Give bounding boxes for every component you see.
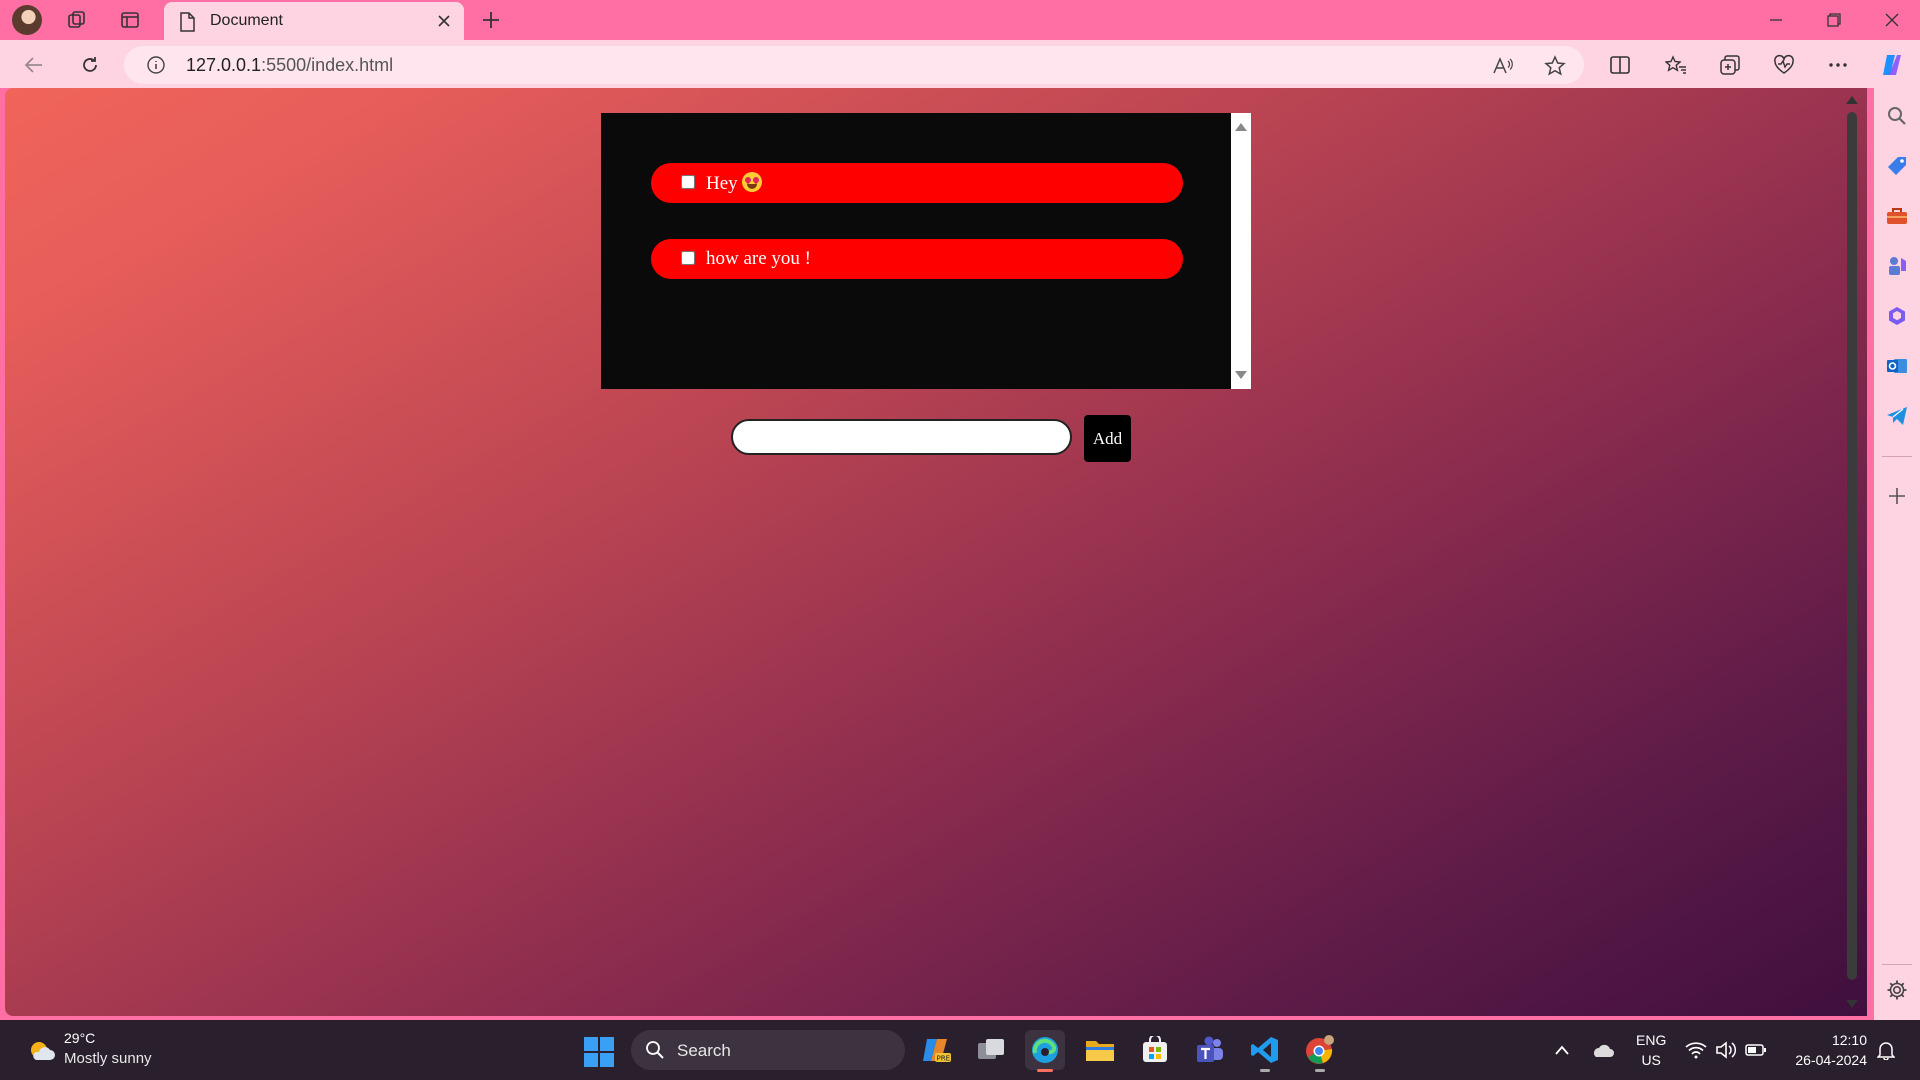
active-tab[interactable]: Document xyxy=(164,2,464,40)
notifications-bell-icon[interactable] xyxy=(1874,1038,1898,1062)
weather-description[interactable]: Mostly sunny xyxy=(64,1050,152,1067)
file-explorer-icon[interactable] xyxy=(1080,1030,1120,1070)
task-input[interactable] xyxy=(731,419,1072,455)
search-label: Search xyxy=(677,1041,731,1060)
windows-start-button[interactable] xyxy=(584,1037,614,1067)
refresh-button[interactable] xyxy=(74,49,106,81)
todo-item: how are you ! xyxy=(651,239,1183,279)
sidebar-divider xyxy=(1882,456,1912,457)
weather-sunny-icon[interactable] xyxy=(26,1036,56,1066)
settings-gear-icon[interactable] xyxy=(1885,978,1909,1002)
todo-item-label: Hey xyxy=(706,172,762,195)
wifi-icon[interactable] xyxy=(1684,1038,1708,1062)
input-language-indicator[interactable]: ENG US xyxy=(1636,1030,1666,1070)
page-scroll-thumb[interactable] xyxy=(1847,112,1857,980)
vscode-icon[interactable] xyxy=(1245,1030,1285,1072)
favorite-star-icon[interactable] xyxy=(1542,53,1568,79)
address-bar[interactable]: 127.0.0.1:5500/index.html xyxy=(124,46,1584,84)
taskbar-search-box[interactable]: Search xyxy=(631,1030,905,1070)
todo-item-text: Hey xyxy=(706,173,738,194)
close-tab-icon[interactable] xyxy=(434,11,454,31)
url-text: 127.0.0.1:5500/index.html xyxy=(186,55,393,76)
restore-button[interactable] xyxy=(1806,0,1862,40)
microsoft-store-icon[interactable] xyxy=(1135,1030,1175,1070)
page-scrollbar[interactable] xyxy=(1843,88,1861,1016)
star-struck-emoji-icon xyxy=(741,172,762,192)
clock-date: 26-04-2024 xyxy=(1795,1052,1867,1068)
show-hidden-icons-chevron-up-icon[interactable] xyxy=(1550,1038,1574,1062)
browser-toolbar: 127.0.0.1:5500/index.html xyxy=(0,40,1920,88)
scroll-up-arrow-icon[interactable] xyxy=(1235,123,1247,131)
edge-sidebar xyxy=(1874,88,1920,1020)
games-icon[interactable] xyxy=(1885,254,1909,278)
document-icon xyxy=(179,12,195,37)
search-icon[interactable] xyxy=(1885,104,1909,128)
collections-icon[interactable] xyxy=(1714,49,1746,81)
split-screen-icon[interactable] xyxy=(1604,49,1636,81)
region-code: US xyxy=(1641,1052,1661,1068)
send-telegram-icon[interactable] xyxy=(1885,404,1909,428)
clock-time: 12:10 xyxy=(1831,1032,1867,1048)
volume-icon[interactable] xyxy=(1714,1038,1738,1062)
todo-checkbox[interactable] xyxy=(681,251,695,265)
running-indicator xyxy=(1315,1069,1325,1072)
svg-text:PRE: PRE xyxy=(937,1055,951,1063)
back-button[interactable] xyxy=(18,49,50,81)
todo-item-label: how are you ! xyxy=(706,248,811,269)
tools-toolbox-icon[interactable] xyxy=(1885,204,1909,228)
favorites-icon[interactable] xyxy=(1660,49,1692,81)
task-view-icon[interactable] xyxy=(971,1030,1011,1070)
todo-panel: Hey how are you ! xyxy=(601,113,1251,389)
weather-temperature[interactable]: 29°C xyxy=(64,1030,95,1046)
add-button[interactable]: Add xyxy=(1084,415,1131,462)
running-indicator xyxy=(1260,1069,1270,1072)
battery-icon[interactable] xyxy=(1744,1038,1768,1062)
vertical-tabs-icon[interactable] xyxy=(115,6,145,34)
teams-icon[interactable] xyxy=(1190,1030,1230,1070)
url-path: :5500/index.html xyxy=(261,55,394,75)
todo-item: Hey xyxy=(651,163,1183,203)
shopping-tag-icon[interactable] xyxy=(1885,154,1909,178)
new-tab-button[interactable] xyxy=(476,6,506,34)
workspaces-icon[interactable] xyxy=(62,6,92,34)
chrome-icon[interactable] xyxy=(1300,1030,1340,1072)
onedrive-cloud-icon[interactable] xyxy=(1590,1038,1614,1062)
profile-avatar[interactable] xyxy=(12,5,42,35)
copilot-pre-app-icon[interactable]: PRE xyxy=(917,1030,957,1070)
active-indicator xyxy=(1037,1069,1053,1072)
url-host: 127.0.0.1 xyxy=(186,55,262,75)
read-aloud-icon[interactable] xyxy=(1490,53,1516,79)
edge-browser-icon[interactable] xyxy=(1025,1030,1065,1072)
search-icon xyxy=(645,1040,665,1065)
todo-list-scrollbar[interactable] xyxy=(1231,113,1251,389)
todo-list[interactable]: Hey how are you ! xyxy=(601,113,1231,389)
browser-tab-bar: Document xyxy=(0,0,1920,40)
todo-checkbox[interactable] xyxy=(681,175,695,189)
browser-essentials-icon[interactable] xyxy=(1768,49,1800,81)
outlook-icon[interactable] xyxy=(1885,354,1909,378)
site-info-icon[interactable] xyxy=(146,55,166,80)
language-code: ENG xyxy=(1636,1032,1667,1048)
copilot-icon[interactable] xyxy=(1876,49,1908,81)
scroll-down-arrow-icon[interactable] xyxy=(1235,371,1247,379)
windows-taskbar: 29°C Mostly sunny Search PRE ENG US 12:1… xyxy=(0,1020,1920,1080)
system-clock[interactable]: 12:10 26-04-2024 xyxy=(1785,1030,1867,1070)
close-window-button[interactable] xyxy=(1864,0,1920,40)
page-viewport: Hey how are you ! Add xyxy=(5,88,1867,1016)
more-options-icon[interactable] xyxy=(1822,49,1854,81)
minimize-button[interactable] xyxy=(1748,0,1804,40)
tab-title: Document xyxy=(210,12,283,29)
page-scroll-down-icon[interactable] xyxy=(1846,1000,1858,1008)
page-scroll-up-icon[interactable] xyxy=(1846,96,1858,104)
add-sidebar-app-icon[interactable] xyxy=(1885,484,1909,508)
microsoft-365-icon[interactable] xyxy=(1885,304,1909,328)
sidebar-divider xyxy=(1882,964,1912,965)
